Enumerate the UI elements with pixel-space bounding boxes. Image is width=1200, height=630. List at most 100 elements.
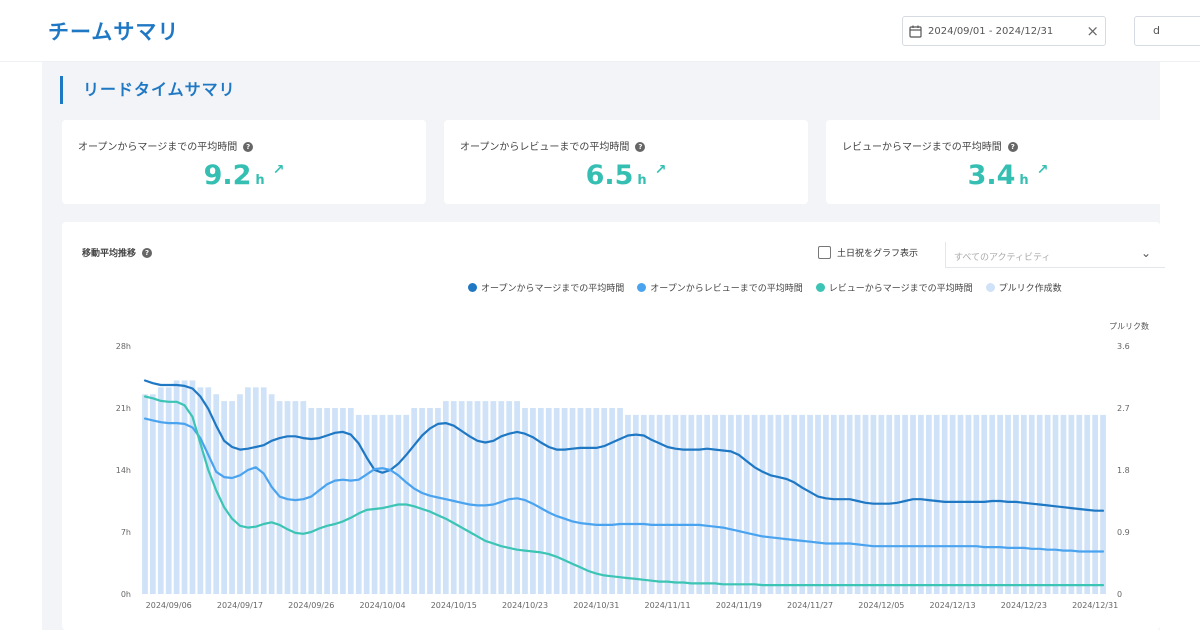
x-tick-label: 2024/10/23	[502, 601, 548, 610]
x-tick-label: 2024/10/04	[359, 601, 405, 610]
pr-count-bar	[783, 414, 790, 594]
pr-count-bar	[181, 380, 188, 594]
pr-count-bar	[728, 414, 734, 594]
pr-count-bar	[165, 387, 172, 594]
pr-count-bar	[743, 414, 750, 594]
y-left-tick-label: 14h	[116, 466, 131, 475]
pr-count-bar	[609, 408, 615, 594]
pr-count-bar	[205, 387, 212, 594]
pr-count-bar	[838, 414, 845, 594]
pr-count-bar	[229, 401, 235, 594]
x-tick-label: 2024/12/23	[1001, 601, 1047, 610]
pr-count-bar	[688, 414, 695, 594]
x-tick-label: 2024/10/15	[431, 601, 477, 610]
pr-count-bar	[1100, 414, 1106, 594]
pr-count-bar	[1068, 414, 1075, 594]
pr-count-bar	[150, 394, 156, 594]
lead-time-chart: 28h 21h 14h 7h 0h 3.6 2.7 1.8 0.9 0 プルリク数 2024/09/0…	[116, 321, 1149, 610]
pr-count-bar	[910, 414, 916, 594]
pr-count-bar	[292, 401, 299, 594]
pr-count-bar	[1052, 414, 1059, 594]
pr-count-bar	[981, 414, 988, 594]
y-right-tick-label: 1.8	[1117, 466, 1130, 475]
pr-count-bar	[846, 414, 853, 594]
help-icon[interactable]: ?	[635, 142, 646, 152]
pr-count-bar	[142, 394, 148, 594]
pr-count-bar	[601, 408, 608, 594]
pr-count-bar	[538, 408, 544, 594]
pr-count-bar	[617, 408, 623, 594]
x-tick-label: 2024/12/13	[930, 601, 976, 610]
pr-count-bar	[1076, 414, 1083, 594]
y-right-tick-label: 2.7	[1117, 404, 1130, 413]
pr-count-bar	[379, 414, 386, 594]
moving-average-chart-card: 移動平均推移? 土日祝をグラフ表示 すべてのアクティビティ ⌄ オープンからマー…	[62, 222, 1165, 630]
team-select[interactable]: d	[1134, 16, 1200, 46]
stat-card-open-to-review: オープンからレビューまでの平均時間? 6.5 h ↗	[444, 120, 808, 204]
pr-count-bar	[340, 408, 346, 594]
pr-count-bar	[245, 387, 251, 594]
pr-count-bar	[545, 408, 552, 594]
pr-count-bar	[918, 414, 924, 594]
date-range-picker[interactable]: 2024/09/01 - 2024/12/31 ×	[902, 16, 1106, 46]
pr-count-bar	[720, 414, 726, 594]
y-right-tick-label: 0	[1117, 590, 1122, 599]
pr-count-bar	[799, 414, 806, 594]
pr-count-bar	[332, 408, 338, 594]
stat-card-review-to-merge: レビューからマージまでの平均時間? 3.4 h ↗	[826, 120, 1190, 204]
pr-count-bar	[862, 414, 869, 594]
pr-count-bar	[625, 414, 631, 594]
pr-count-bar	[1060, 414, 1067, 594]
pr-count-bar	[585, 408, 592, 594]
pr-count-bar	[260, 387, 267, 594]
help-icon[interactable]: ?	[243, 142, 254, 152]
pr-count-bar	[363, 414, 370, 594]
pr-count-bar	[237, 394, 243, 594]
trend-up-icon: ↗	[272, 162, 285, 178]
pr-count-bar	[1021, 414, 1027, 594]
stat-unit: h	[255, 173, 265, 188]
pr-count-bar	[672, 414, 679, 594]
pr-count-bar	[973, 414, 980, 594]
pr-count-bar	[442, 401, 449, 594]
pr-count-bar	[482, 401, 489, 594]
pr-count-bar	[902, 414, 908, 594]
pr-count-bar	[830, 414, 837, 594]
pr-count-bar	[157, 387, 164, 594]
pr-count-bar	[941, 414, 948, 594]
y-left-tick-label: 21h	[116, 404, 131, 413]
stat-unit: h	[1019, 173, 1029, 188]
pr-count-bar	[664, 414, 671, 594]
pr-count-bar	[387, 414, 394, 594]
pr-count-bar	[252, 387, 259, 594]
pr-count-bar	[965, 414, 972, 594]
pr-count-bar	[490, 401, 497, 594]
y-left-tick-label: 7h	[121, 528, 131, 537]
date-range-value: 2024/09/01 - 2024/12/31	[928, 25, 1054, 37]
x-tick-label: 2024/12/31	[1072, 601, 1118, 610]
pr-count-bar	[775, 414, 782, 594]
page-title: チームサマリ	[48, 20, 180, 44]
y-right-tick-label: 0.9	[1117, 528, 1130, 537]
pr-count-bar	[553, 408, 560, 594]
stat-label: オープンからレビューまでの平均時間	[460, 142, 630, 153]
pr-count-bar	[316, 408, 323, 594]
pr-count-bar	[1005, 414, 1011, 594]
pr-count-bar	[498, 401, 505, 594]
help-icon[interactable]: ?	[1007, 142, 1018, 152]
pr-count-bar	[1084, 414, 1091, 594]
trend-up-icon: ↗	[654, 162, 667, 178]
pr-count-bar	[197, 387, 204, 594]
x-tick-label: 2024/11/19	[716, 601, 762, 610]
stat-card-open-to-merge: オープンからマージまでの平均時間? 9.2 h ↗	[62, 120, 426, 204]
stat-unit: h	[637, 173, 647, 188]
pr-count-bar	[704, 414, 710, 594]
x-tick-label: 2024/09/17	[217, 601, 263, 610]
clear-date-icon[interactable]: ×	[1086, 22, 1099, 40]
pr-count-bar	[997, 414, 1003, 594]
pr-count-bar	[427, 408, 433, 594]
pr-count-bar	[633, 414, 639, 594]
pr-count-bar	[767, 414, 774, 594]
pr-count-bar	[807, 414, 813, 594]
pr-count-bar	[949, 414, 956, 594]
